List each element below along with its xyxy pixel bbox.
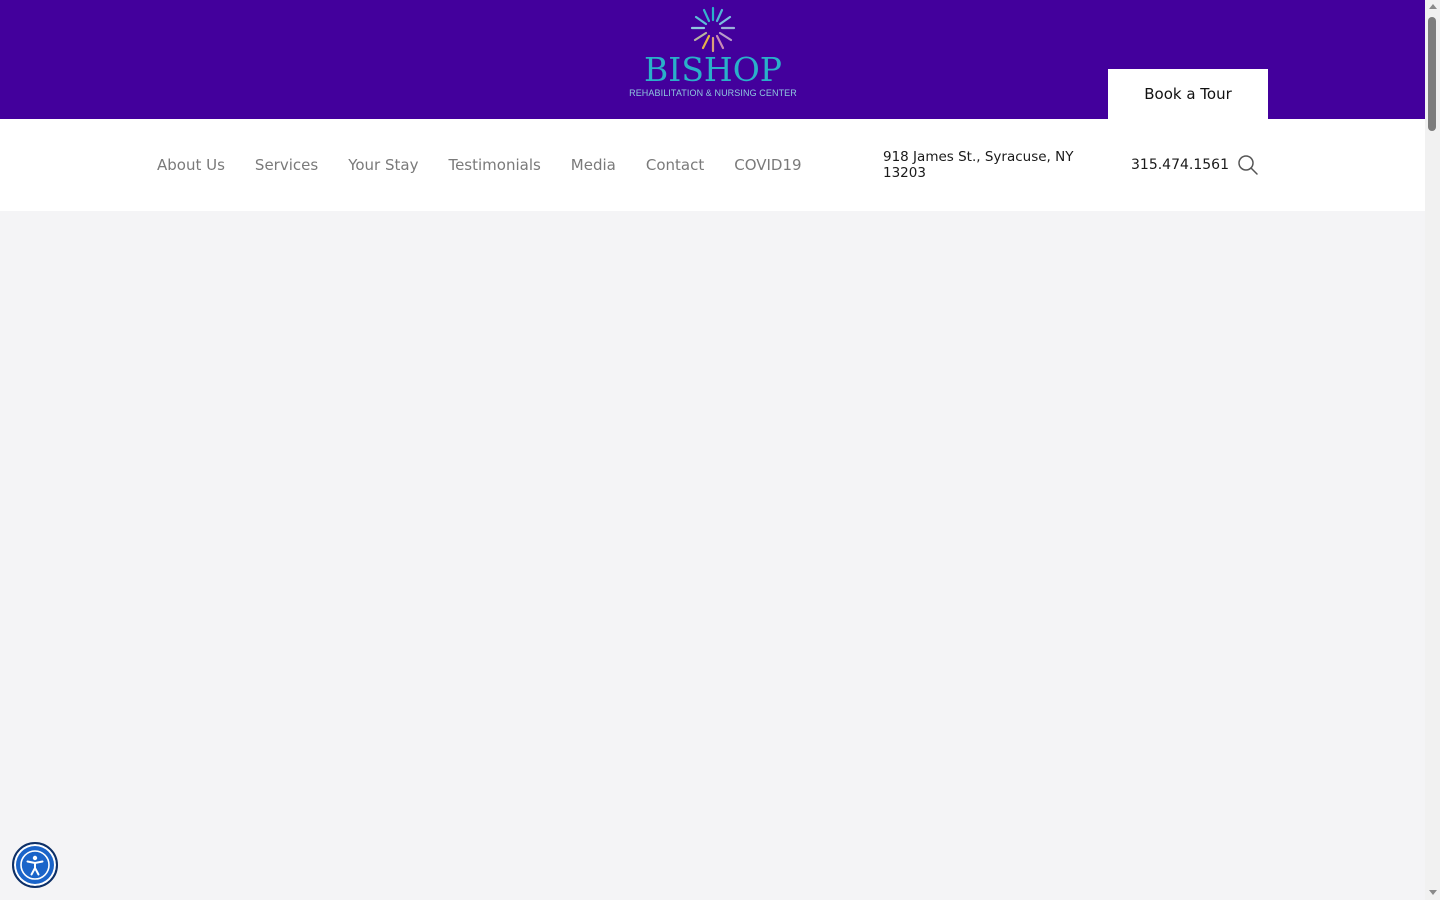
scroll-up-arrow-icon[interactable] xyxy=(1429,4,1437,9)
search-icon xyxy=(1238,155,1258,175)
phone-link[interactable]: 315.474.1561 xyxy=(1131,156,1229,174)
nav-item-contact[interactable]: Contact xyxy=(646,156,704,174)
nav-item-your-stay[interactable]: Your Stay xyxy=(348,156,418,174)
accessibility-button[interactable] xyxy=(12,842,58,888)
nav-item-covid19[interactable]: COVID19 xyxy=(734,156,801,174)
nav-item-services[interactable]: Services xyxy=(255,156,318,174)
nav-item-about-us[interactable]: About Us xyxy=(157,156,225,174)
logo-tagline: REHABILITATION & NURSING CENTER xyxy=(629,88,797,98)
address-text: 918 James St., Syracuse, NY 13203 xyxy=(883,149,1074,181)
nav-item-media[interactable]: Media xyxy=(571,156,616,174)
page: BISHOP REHABILITATION & NURSING CENTER B… xyxy=(0,0,1425,900)
scroll-down-arrow-icon[interactable] xyxy=(1429,890,1437,895)
search-button[interactable] xyxy=(1237,154,1259,176)
top-bar: BISHOP REHABILITATION & NURSING CENTER B… xyxy=(0,0,1425,119)
logo-wordmark: BISHOP xyxy=(644,50,782,89)
page-scrollbar[interactable] xyxy=(1425,0,1440,900)
logo-mark-icon xyxy=(690,6,736,53)
logo[interactable]: BISHOP REHABILITATION & NURSING CENTER xyxy=(626,2,800,100)
book-a-tour-button[interactable]: Book a Tour xyxy=(1108,69,1268,119)
accessibility-icon xyxy=(20,850,50,880)
main-nav: About Us Services Your Stay Testimonials… xyxy=(157,119,832,211)
nav-item-testimonials[interactable]: Testimonials xyxy=(448,156,540,174)
main-nav-bar: About Us Services Your Stay Testimonials… xyxy=(0,119,1425,211)
scroll-thumb[interactable] xyxy=(1428,17,1436,131)
